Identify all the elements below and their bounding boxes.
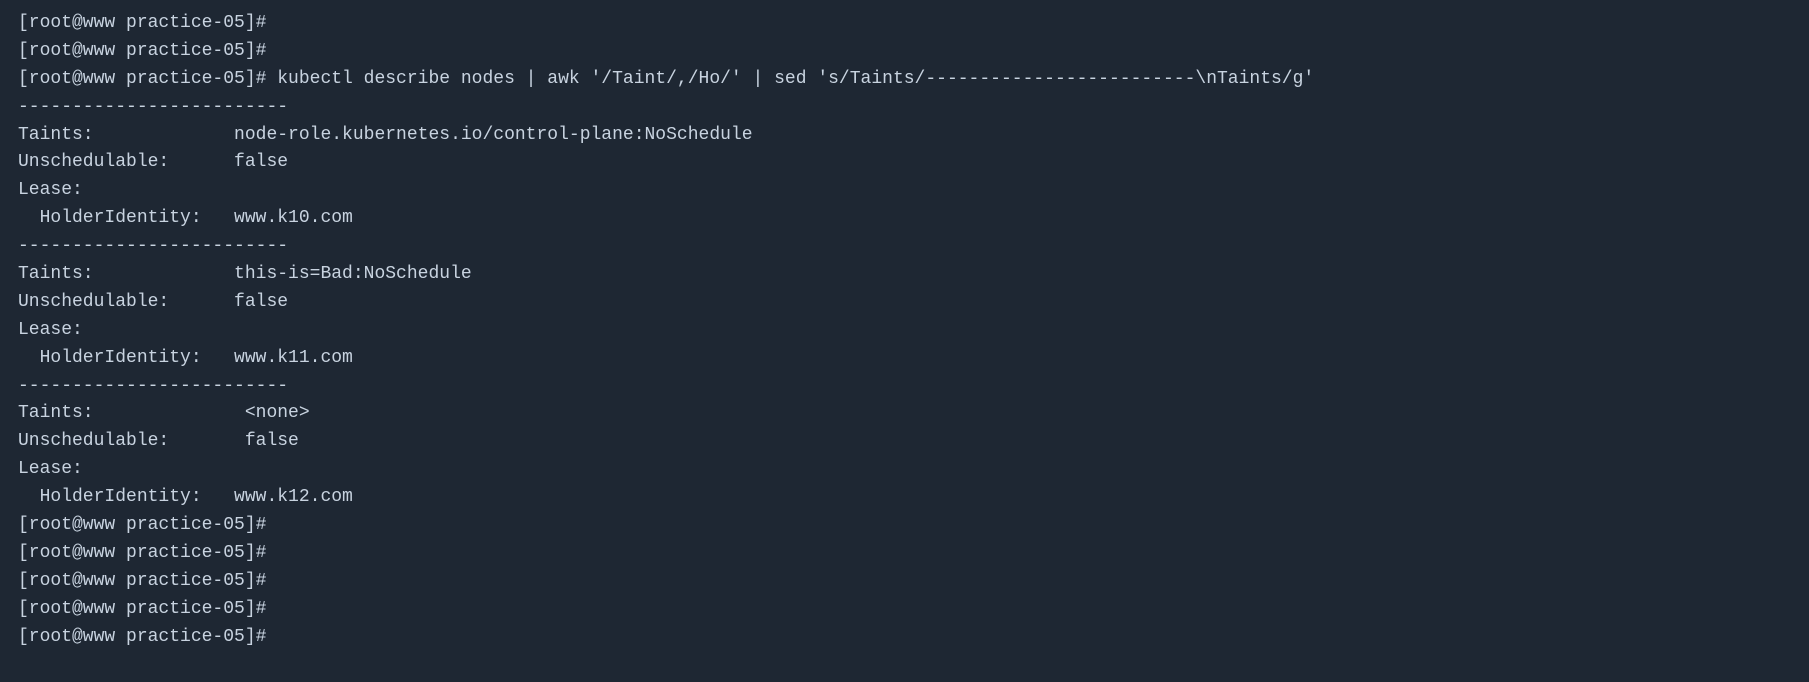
terminal-line-20: [root@www practice-05]# [18,540,1791,568]
terminal-line-5: Taints: node-role.kubernetes.io/control-… [18,122,1791,150]
terminal-window[interactable]: [root@www practice-05]#[root@www practic… [0,0,1809,682]
terminal-line-18: HolderIdentity: www.k12.com [18,484,1791,512]
terminal-line-3: [root@www practice-05]# kubectl describe… [18,66,1791,94]
terminal-line-21: [root@www practice-05]# [18,568,1791,596]
terminal-line-15: Taints: <none> [18,400,1791,428]
terminal-line-1: [root@www practice-05]# [18,10,1791,38]
terminal-line-2: [root@www practice-05]# [18,38,1791,66]
terminal-line-7: Lease: [18,177,1791,205]
terminal-line-17: Lease: [18,456,1791,484]
terminal-line-22: [root@www practice-05]# [18,596,1791,624]
terminal-line-6: Unschedulable: false [18,149,1791,177]
terminal-line-10: Taints: this-is=Bad:NoSchedule [18,261,1791,289]
terminal-line-19: [root@www practice-05]# [18,512,1791,540]
terminal-line-8: HolderIdentity: www.k10.com [18,205,1791,233]
terminal-line-4: ------------------------- [18,94,1791,122]
terminal-line-16: Unschedulable: false [18,428,1791,456]
terminal-line-11: Unschedulable: false [18,289,1791,317]
terminal-line-23: [root@www practice-05]# [18,624,1791,652]
terminal-line-14: ------------------------- [18,373,1791,401]
terminal-line-12: Lease: [18,317,1791,345]
terminal-line-9: ------------------------- [18,233,1791,261]
terminal-line-13: HolderIdentity: www.k11.com [18,345,1791,373]
